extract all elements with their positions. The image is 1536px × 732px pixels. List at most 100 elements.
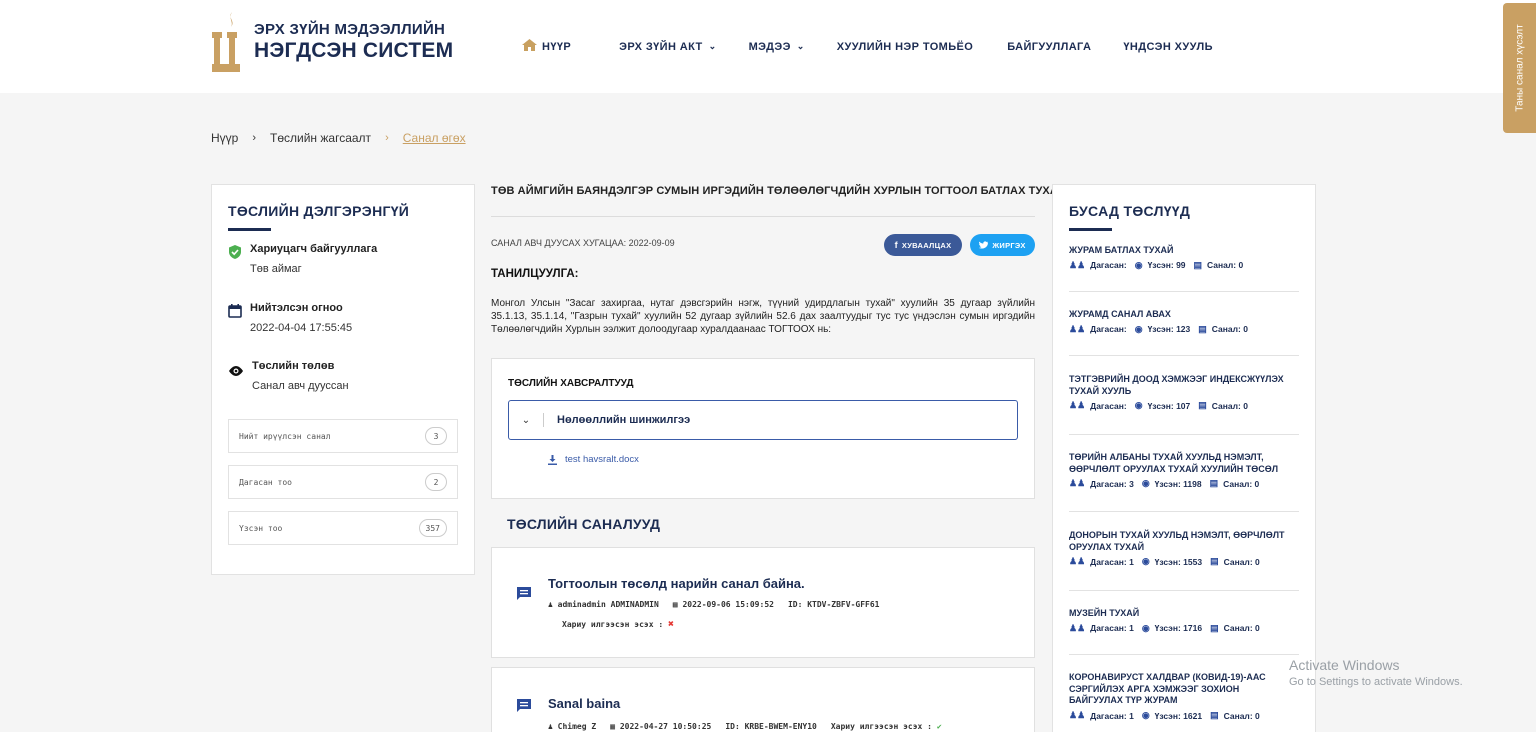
stat-views: Үзсэн тоо 357	[228, 511, 458, 545]
divider	[543, 413, 544, 427]
divider	[1069, 590, 1299, 591]
eye-icon: ◉	[1134, 400, 1143, 411]
org-label: Хариуцагч байгууллага	[250, 243, 378, 255]
chevron-right-icon: ›	[385, 132, 389, 144]
views-count: Үзсэн: 99	[1147, 260, 1186, 271]
followers-count: Дагасан: 1	[1090, 623, 1134, 634]
project-details-card: ТӨСЛИЙН ДЭЛГЭРЭНГҮЙ Хариуцагч байгууллаг…	[211, 184, 475, 575]
comment-icon: ▤	[1198, 323, 1207, 334]
project-item-title: КОРОНАВИРУСТ ХАЛДВАР (КОВИД-19)-ААС СЭРГ…	[1069, 672, 1266, 706]
intro-heading: ТАНИЛЦУУЛГА:	[491, 268, 579, 280]
attachments-card: ТӨСЛИЙН ХАВСРАЛТУУД ⌄ Нөлөөллийн шинжилг…	[491, 358, 1035, 499]
status-label: Төслийн төлөв	[252, 360, 335, 372]
status-value: Санал авч дууссан	[252, 380, 349, 392]
project-item[interactable]: КОРОНАВИРУСТ ХАЛДВАР (КОВИД-19)-ААС СЭРГ…	[1069, 672, 1279, 721]
views-count: Үзсэн: 1716	[1154, 623, 1203, 634]
impact-analysis-accordion[interactable]: ⌄ Нөлөөллийн шинжилгээ	[508, 400, 1018, 440]
project-details-title: ТӨСЛИЙН ДЭЛГЭРЭНГҮЙ	[228, 203, 410, 219]
followers-count: Дагасан: 1	[1090, 710, 1134, 721]
comment-card: Тогтоолын төсөлд нарийн санал байна. ♟ a…	[491, 547, 1035, 658]
views-count: Үзсэн: 107	[1147, 400, 1191, 411]
nav-constitution-label: ҮНДСЭН ХУУЛЬ	[1123, 40, 1213, 53]
responsible-org: Хариуцагч байгууллага Төв аймаг	[228, 243, 377, 275]
calendar-icon: ▦	[610, 722, 620, 731]
stat-followers: Дагасан тоо 2	[228, 465, 458, 499]
watermark-line-2: Go to Settings to activate Windows.	[1289, 676, 1463, 688]
eye-icon: ◉	[1134, 323, 1143, 334]
project-item[interactable]: ЖУРАМ БАТЛАХ ТУХАЙ ♟♟ Дагасан: ◉ Үзсэн: 99…	[1069, 245, 1299, 271]
org-value: Төв аймаг	[250, 263, 302, 275]
nav-organizations-label: БАЙГУУЛЛАГА	[1007, 40, 1092, 53]
comment-icon: ▤	[1210, 622, 1219, 633]
download-icon	[548, 454, 557, 465]
comments-heading: ТӨСЛИЙН САНАЛУУД	[507, 516, 661, 532]
nav-home[interactable]: НҮҮР	[522, 39, 571, 54]
chevron-down-icon: ⌄	[521, 414, 531, 426]
nav-legal-acts[interactable]: ЭРХ ЗҮЙН АКТ ⌄	[619, 41, 716, 53]
comment-datetime: ▦ 2022-09-06 15:09:52	[672, 600, 774, 609]
comment-meta: ♟ Chimeg Z ▦ 2022-04-27 10:50:25 ID: KRB…	[548, 722, 942, 731]
nav-glossary[interactable]: ХУУЛИЙН НЭР ТОМЬЁО	[837, 41, 973, 53]
twitter-share-button[interactable]: ЖИРГЭХ	[970, 234, 1035, 256]
comment-datetime: ▦ 2022-04-27 10:50:25	[610, 722, 712, 731]
windows-activation-watermark: Activate Windows Go to Settings to activ…	[1289, 657, 1463, 688]
comment-icon	[517, 587, 531, 600]
site-logo[interactable]: ЭРХ ЗҮЙН МЭДЭЭЛЛИЙН НЭГДСЭН СИСТЕМ	[210, 10, 453, 74]
eye-icon: ◉	[1141, 710, 1150, 721]
comment-author: ♟ adminadmin ADMINADMIN	[548, 600, 659, 609]
eye-icon	[229, 366, 243, 376]
stat-badge: 357	[418, 519, 447, 537]
comment-id: ID: KRBE-BWEM-ENY10	[725, 722, 817, 731]
project-item-title: ТӨРИЙН АЛБАНЫ ТУХАЙ ХУУЛЬД НЭМЭЛТ, ӨӨРЧЛ…	[1069, 452, 1279, 474]
twitter-share-label: ЖИРГЭХ	[992, 240, 1026, 250]
project-item[interactable]: ТЭТГЭВРИЙН ДООД ХЭМЖЭЭГ ИНДЕКСЖҮҮЛЭХ ТУХ…	[1069, 374, 1299, 411]
project-item[interactable]: ТӨРИЙН АЛБАНЫ ТУХАЙ ХУУЛЬД НЭМЭЛТ, ӨӨРЧЛ…	[1069, 452, 1299, 489]
comments-count: Санал: 0	[1211, 400, 1248, 411]
breadcrumb-project-list[interactable]: Төслийн жагсаалт	[270, 131, 371, 145]
watermark-line-1: Activate Windows	[1289, 657, 1400, 673]
comment-icon: ▤	[1193, 259, 1203, 270]
divider	[491, 216, 1035, 217]
comment-title: Sanal baina	[548, 696, 621, 711]
feedback-tab[interactable]: Таны санал хүсэлт	[1503, 3, 1536, 133]
views-count: Үзсэн: 1198	[1154, 478, 1202, 489]
comments-count: Санал: 0	[1207, 260, 1244, 271]
users-icon: ♟♟	[1069, 400, 1086, 411]
comment-meta: ♟ adminadmin ADMINADMIN ▦ 2022-09-06 15:…	[548, 600, 879, 609]
nav-legal-acts-label: ЭРХ ЗҮЙН АКТ	[619, 40, 703, 53]
breadcrumb-home[interactable]: Нүүр	[211, 131, 238, 145]
published-date: Нийтэлсэн огноо 2022-04-04 17:55:45	[228, 302, 352, 334]
followers-count: Дагасан: 1	[1090, 556, 1134, 567]
stat-label: Нийт ирүүлсэн санал	[239, 431, 331, 441]
site-header: ЭРХ ЗҮЙН МЭДЭЭЛЛИЙН НЭГДСЭН СИСТЕМ НҮҮР …	[0, 0, 1536, 93]
views-count: Үзсэн: 123	[1147, 324, 1191, 335]
attachment-file-name: test havsralt.docx	[565, 454, 639, 465]
comment-deadline: САНАЛ АВЧ ДУУСАХ ХУГАЦАА: 2022-09-09	[491, 238, 675, 248]
project-item[interactable]: МУЗЕЙН ТУХАЙ ♟♟ Дагасан: 1 ◉ Үзсэн: 1716 ▤…	[1069, 608, 1299, 634]
facebook-share-label: ХУВААЛЦАХ	[901, 240, 952, 250]
comment-icon: ▤	[1209, 478, 1219, 489]
project-item[interactable]: ДОНОРЫН ТУХАЙ ХУУЛЬД НЭМЭЛТ, ӨӨРЧЛӨЛТ ОР…	[1069, 530, 1299, 567]
accordion-label: Нөлөөллийн шинжилгээ	[557, 414, 691, 426]
attachment-file-link[interactable]: test havsralt.docx	[548, 454, 639, 465]
chevron-right-icon: ›	[252, 132, 257, 144]
nav-constitution[interactable]: ҮНДСЭН ХУУЛЬ	[1123, 41, 1213, 53]
users-icon: ♟♟	[1069, 622, 1086, 633]
logo-emblem-icon	[210, 10, 242, 74]
stat-total-comments: Нийт ирүүлсэн санал 3	[228, 419, 458, 453]
comments-count: Санал: 0	[1211, 324, 1248, 335]
comment-id: ID: KTDV-ZBFV-GFF61	[787, 600, 880, 609]
facebook-share-button[interactable]: f ХУВААЛЦАХ	[884, 234, 962, 256]
eye-icon: ◉	[1141, 556, 1150, 567]
cross-icon: ✖	[667, 619, 675, 630]
other-projects-card: БУСАД ТӨСЛҮҮД ЖУРАМ БАТЛАХ ТУХАЙ ♟♟ Дагас…	[1052, 184, 1316, 732]
facebook-icon: f	[894, 240, 898, 250]
project-item[interactable]: ЖУРАМД САНАЛ АВАХ ♟♟ Дагасан: ◉ Үзсэн: 123…	[1069, 309, 1299, 335]
nav-organizations[interactable]: БАЙГУУЛЛАГА	[1007, 41, 1091, 53]
project-title: ТӨВ АЙМГИЙН БАЯНДЭЛГЭР СУМЫН ИРГЭДИЙН ТӨ…	[491, 185, 1066, 197]
nav-news[interactable]: МЭДЭЭ ⌄	[749, 41, 805, 53]
stat-badge: 3	[425, 427, 447, 445]
breadcrumb-current[interactable]: Санал өгөх	[403, 131, 466, 145]
divider	[1069, 355, 1299, 356]
followers-count: Дагасан:	[1090, 400, 1127, 411]
